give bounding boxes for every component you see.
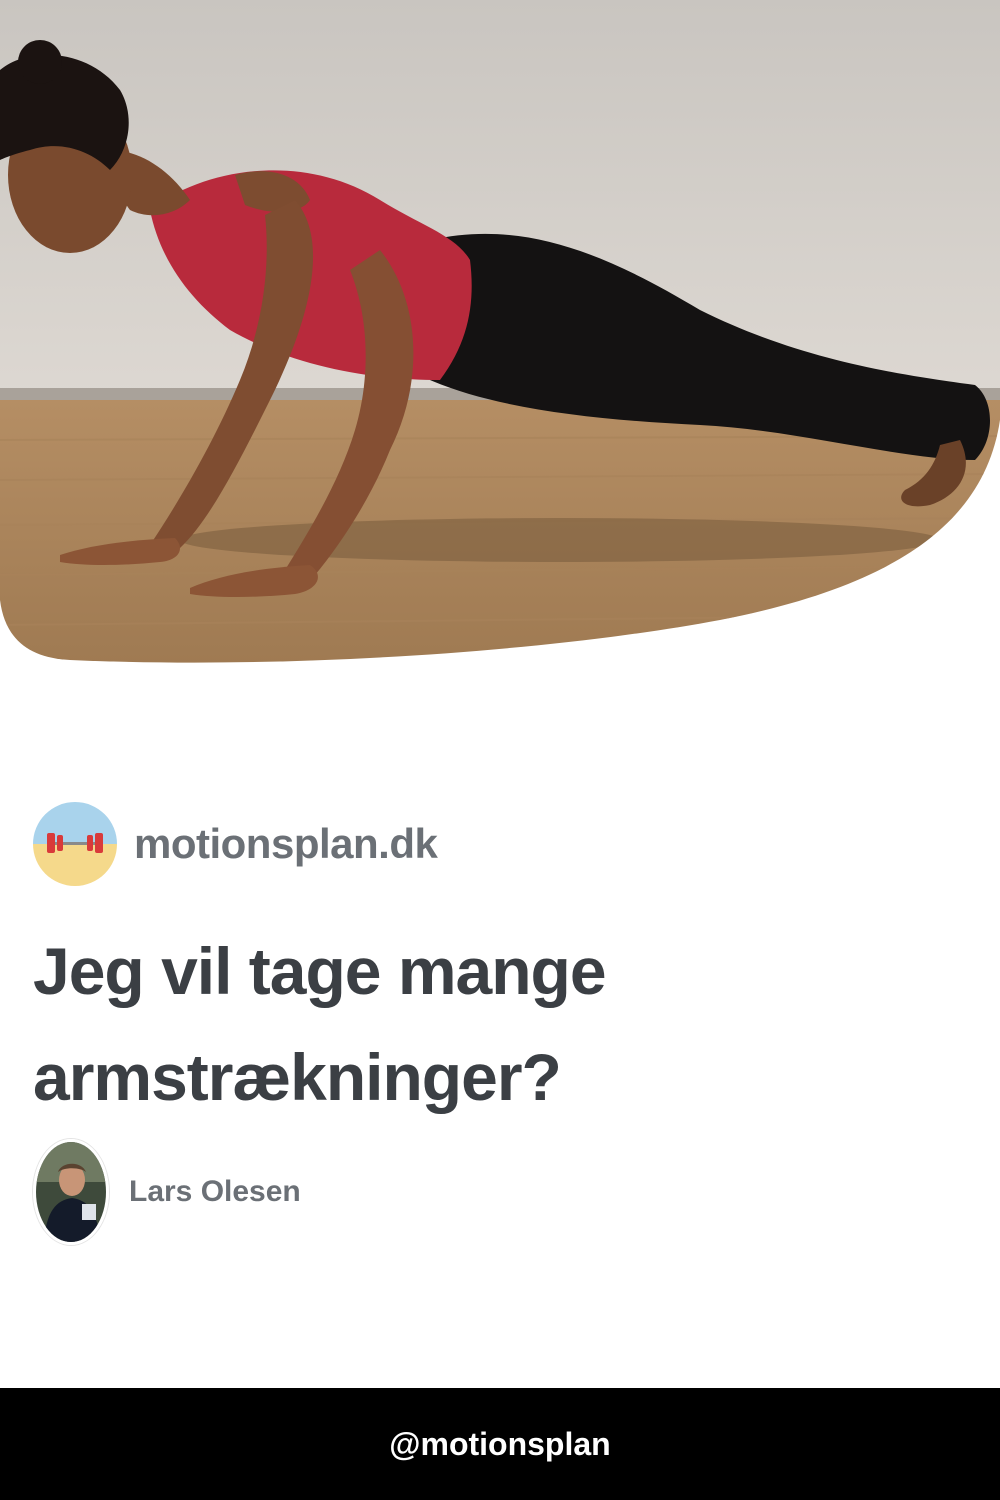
author-link[interactable]: Lars Olesen: [33, 1139, 301, 1245]
footer-bar: @motionsplan: [0, 1388, 1000, 1500]
social-handle[interactable]: @motionsplan: [389, 1426, 610, 1463]
pushup-photo: [0, 0, 1000, 663]
hero-image: [0, 0, 1000, 665]
author-name: Lars Olesen: [129, 1175, 301, 1208]
barbell-icon: [33, 802, 117, 886]
avatar: [33, 1139, 109, 1245]
site-name: motionsplan.dk: [134, 820, 438, 867]
article-title: Jeg vil tage mange armstrækninger?: [33, 934, 607, 1114]
site-link[interactable]: motionsplan.dk: [33, 802, 438, 886]
